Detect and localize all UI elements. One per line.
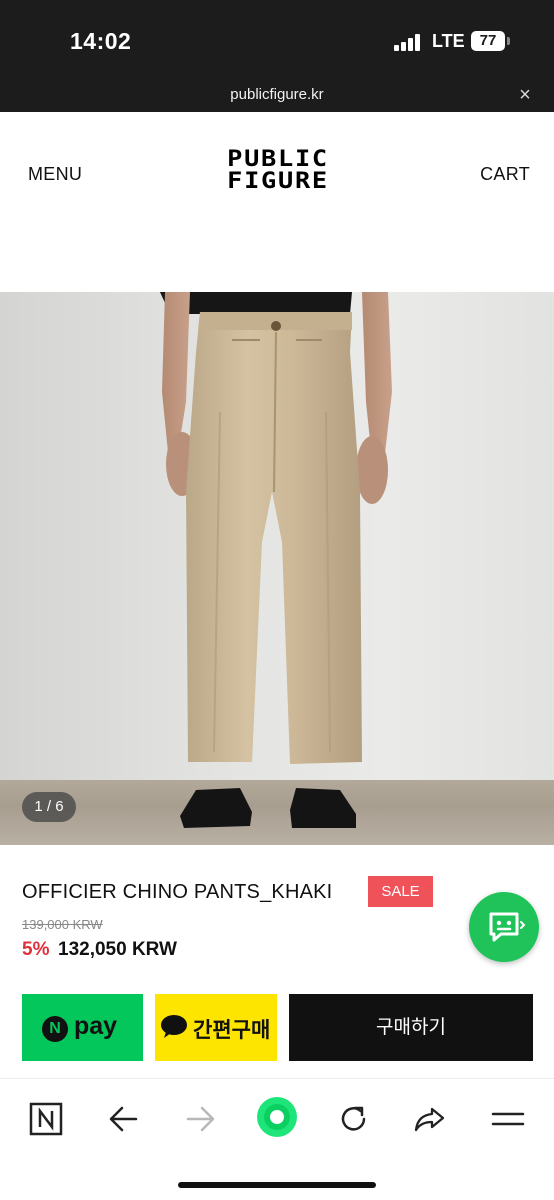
- home-indicator[interactable]: [178, 1182, 376, 1188]
- share-icon[interactable]: [410, 1099, 450, 1139]
- cart-link[interactable]: CART: [480, 164, 530, 185]
- menu-icon[interactable]: [488, 1099, 528, 1139]
- discount-rate: 5%: [22, 939, 50, 960]
- naver-n-icon[interactable]: [26, 1099, 66, 1139]
- logo-line-2: FIGURE: [227, 169, 329, 194]
- npay-logo-icon: N: [42, 1016, 68, 1042]
- product-image[interactable]: 1 / 6: [0, 292, 554, 845]
- kakao-quick-buy-label: 간편구매: [193, 1019, 271, 1042]
- logo-line-1: PUBLIC: [227, 147, 329, 172]
- status-bar: 14:02 LTE 77: [0, 0, 554, 80]
- sale-badge: SALE: [368, 876, 433, 907]
- chat-button[interactable]: [469, 892, 539, 962]
- menu-link[interactable]: MENU: [28, 164, 82, 185]
- chat-bubble-icon: [489, 912, 526, 942]
- kakao-quick-buy-button[interactable]: 간편구매: [155, 994, 277, 1061]
- site-logo[interactable]: PUBLIC FIGURE: [212, 149, 344, 195]
- battery-icon: 77: [471, 31, 505, 51]
- battery-tip: [507, 37, 510, 45]
- status-time: 14:02: [70, 28, 132, 54]
- signal-icon: [394, 33, 424, 51]
- url-bar: publicfigure.kr ×: [0, 80, 554, 112]
- model-pants-illustration: [160, 292, 392, 828]
- site-header: MENU PUBLIC FIGURE CART: [0, 112, 554, 292]
- forward-arrow-icon[interactable]: [180, 1099, 220, 1139]
- kakao-speech-bubble-icon: [161, 1015, 187, 1038]
- close-icon[interactable]: ×: [515, 84, 535, 107]
- npay-label: pay: [74, 1012, 118, 1040]
- buy-now-button[interactable]: 구매하기: [289, 994, 533, 1061]
- product-title: OFFICIER CHINO PANTS_KHAKI: [22, 881, 333, 903]
- image-counter: 1 / 6: [22, 792, 76, 822]
- url-text[interactable]: publicfigure.kr: [0, 86, 554, 103]
- npay-button[interactable]: N pay: [22, 994, 143, 1061]
- reload-icon[interactable]: [334, 1099, 374, 1139]
- back-arrow-icon[interactable]: [104, 1099, 144, 1139]
- browser-toolbar: [0, 1078, 554, 1200]
- purchase-bar: N pay 간편구매 구매하기: [0, 980, 554, 1078]
- original-price: 139,000 KRW: [22, 917, 103, 932]
- network-type: LTE: [432, 31, 465, 51]
- sale-price: 132,050 KRW: [58, 939, 177, 960]
- green-dot-icon[interactable]: [256, 1096, 298, 1138]
